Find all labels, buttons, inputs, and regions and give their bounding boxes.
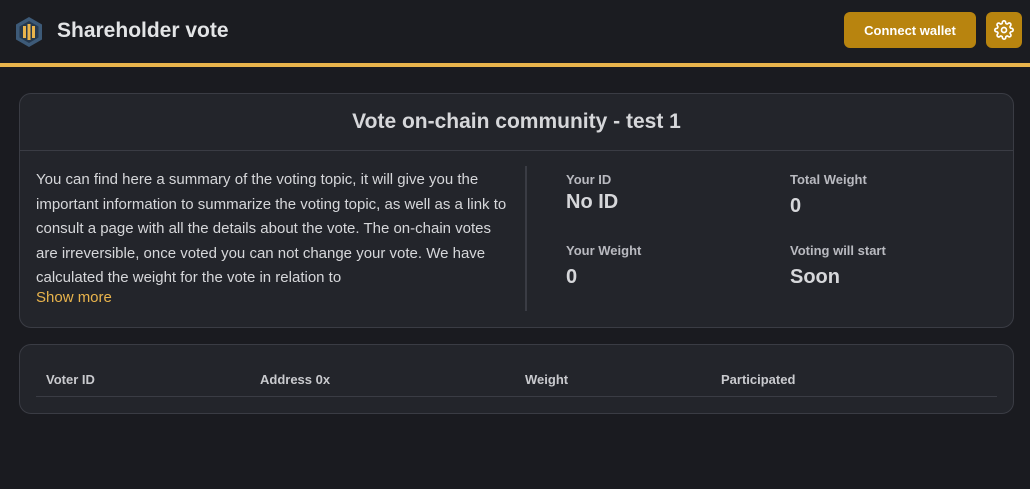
show-more-link[interactable]: Show more [36, 289, 112, 306]
top-bar: Shareholder vote Connect wallet [0, 0, 1030, 63]
header-accent-line [0, 63, 1030, 67]
voting-start-stat: Voting will start Soon [790, 243, 886, 289]
vote-title: Vote on-chain community - test 1 [352, 110, 681, 133]
total-weight-value: 0 [790, 195, 802, 217]
hexagon-logo-icon [16, 17, 42, 47]
column-header-participated[interactable]: Participated [721, 372, 795, 387]
voters-table-card: Voter ID Address 0x Weight Participated [19, 344, 1014, 414]
total-weight-label: Total Weight [790, 172, 867, 187]
total-weight-stat: Total Weight 0 [790, 172, 867, 218]
your-id-stat: Your ID No ID [566, 172, 618, 214]
voting-start-value: Soon [790, 266, 840, 288]
settings-button[interactable] [986, 12, 1022, 48]
column-header-address[interactable]: Address 0x [260, 372, 330, 387]
your-id-value: No ID [566, 191, 619, 213]
your-weight-value: 0 [566, 266, 578, 288]
your-weight-label: Your Weight [566, 243, 642, 258]
voting-start-label: Voting will start [790, 243, 886, 258]
gear-icon [994, 20, 1014, 40]
vote-description: You can find here a summary of the votin… [36, 171, 507, 286]
connect-wallet-button[interactable]: Connect wallet [844, 12, 976, 48]
column-header-voter-id[interactable]: Voter ID [46, 372, 95, 387]
vertical-divider [525, 166, 527, 311]
vote-summary-card: Vote on-chain community - test 1 You can… [19, 93, 1014, 328]
vote-card-header: Vote on-chain community - test 1 [20, 94, 1013, 151]
column-header-weight[interactable]: Weight [525, 372, 568, 387]
your-id-label: Your ID [566, 172, 612, 187]
your-weight-stat: Your Weight 0 [566, 243, 641, 289]
app-title: Shareholder vote [57, 19, 229, 42]
table-header-rule [36, 396, 997, 397]
